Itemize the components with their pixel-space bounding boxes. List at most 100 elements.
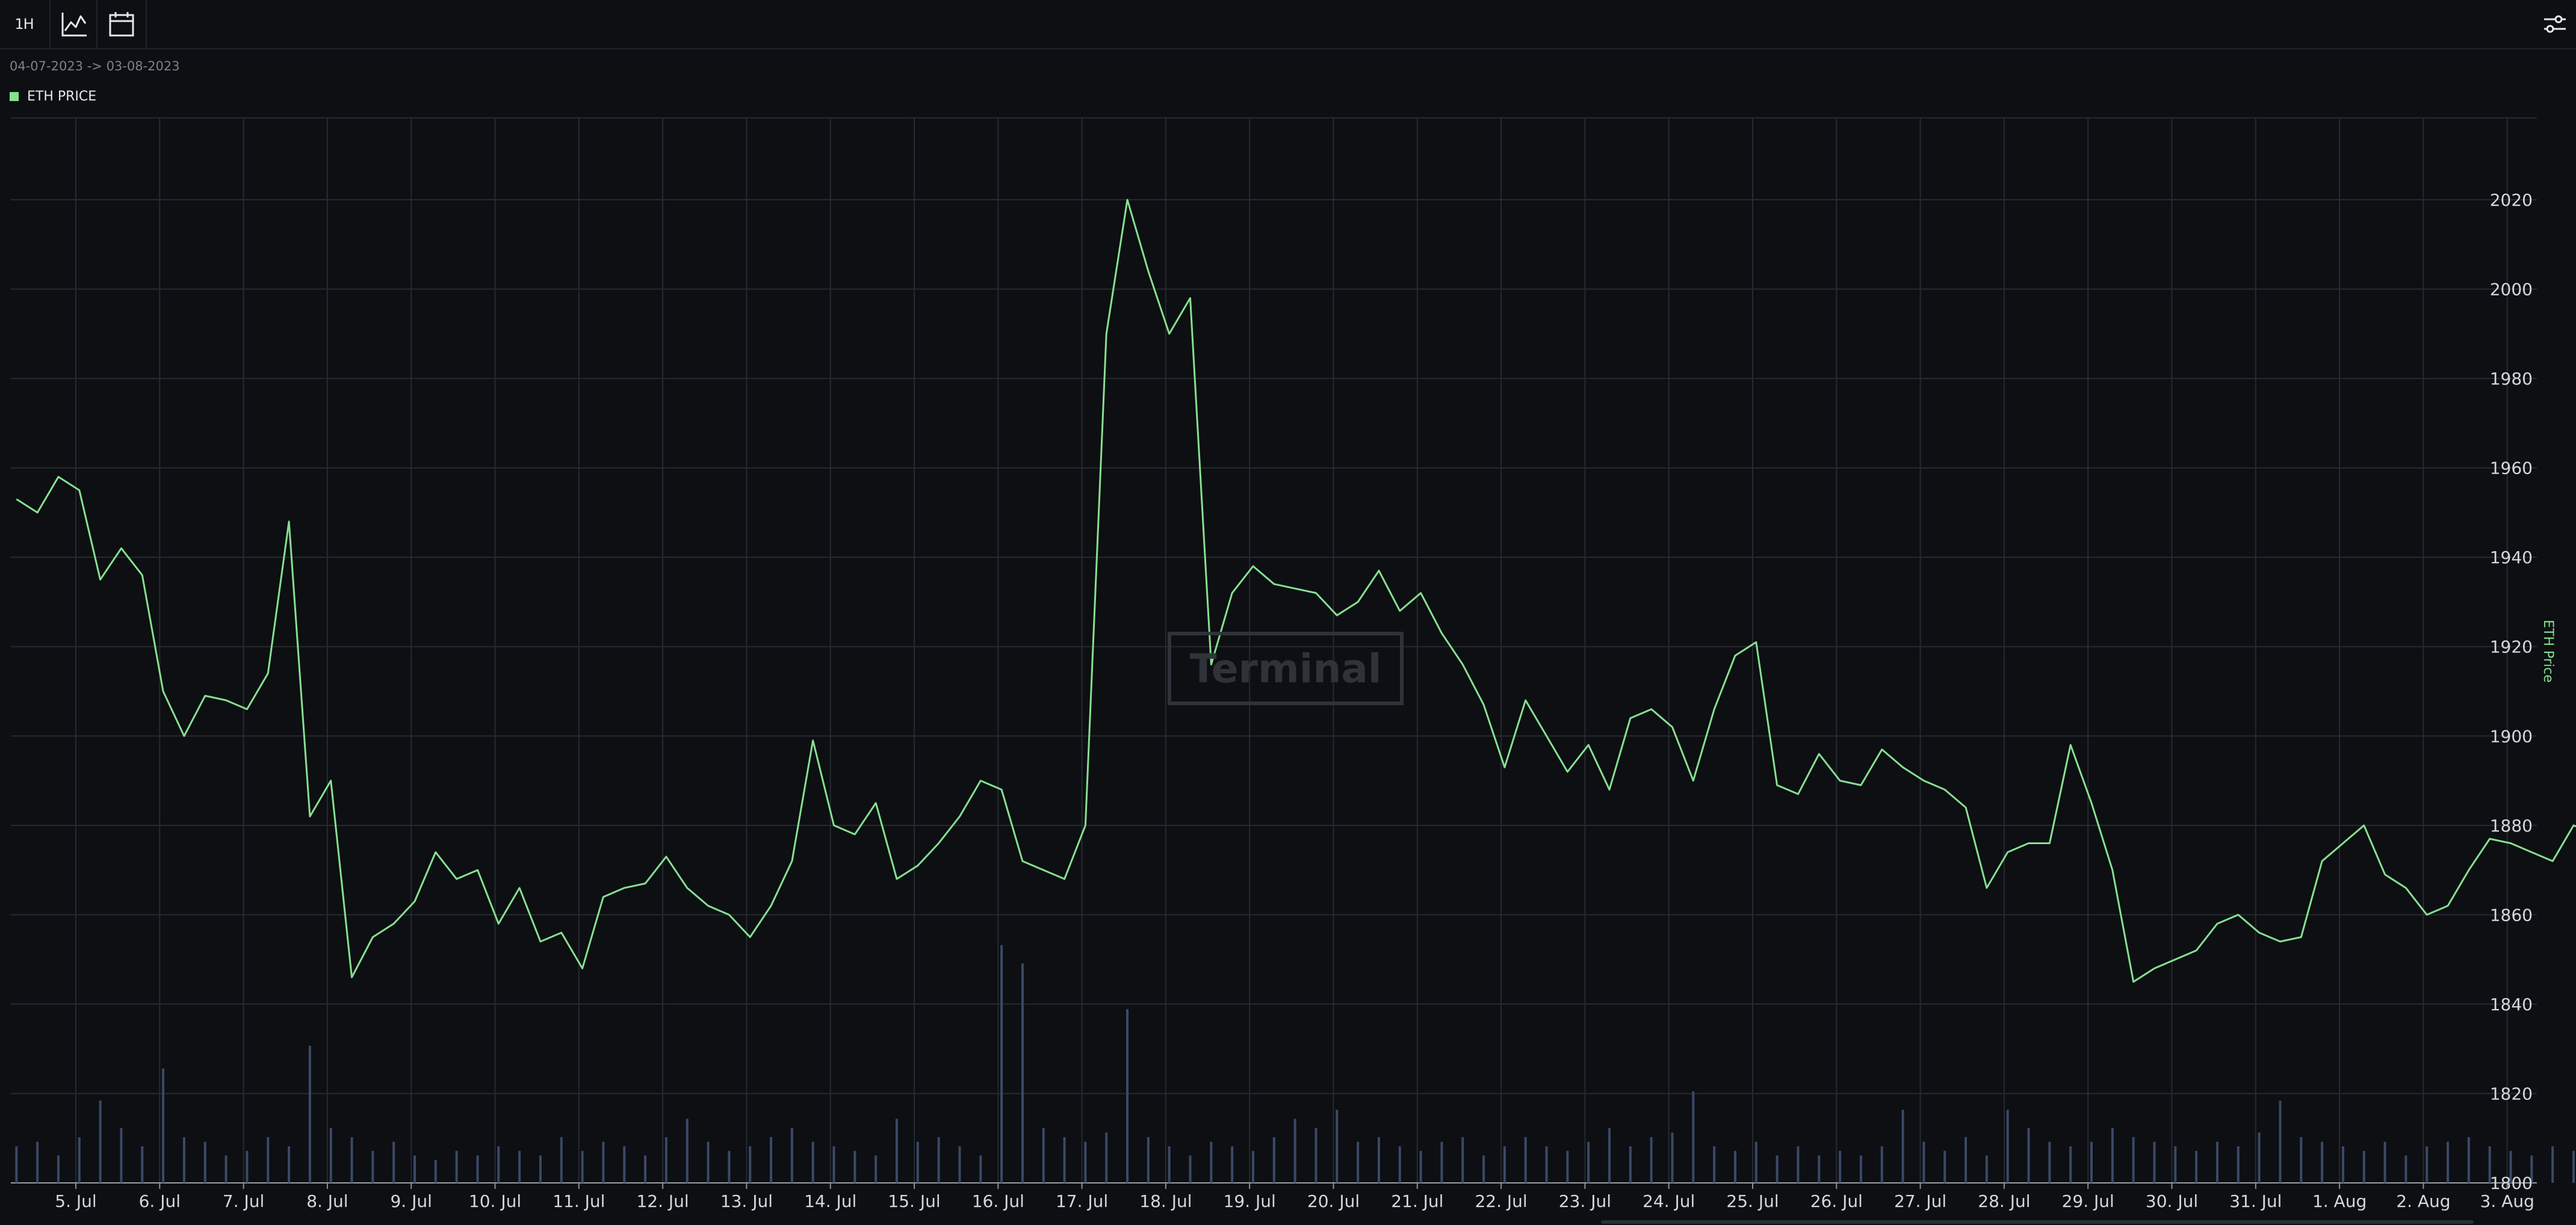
calendar-icon: [109, 12, 134, 37]
volume-bar: [686, 1119, 689, 1183]
volume-bar: [99, 1100, 102, 1183]
x-tick-label: 16. Jul: [972, 1191, 1024, 1211]
toolbar: 1H: [0, 0, 2576, 49]
volume-bar: [1839, 1150, 1842, 1183]
legend[interactable]: ETH PRICE: [10, 89, 96, 104]
y-tick-label: 2020: [2490, 190, 2533, 210]
volume-bar: [1797, 1146, 1800, 1183]
volume-bar: [895, 1119, 898, 1183]
volume-bar: [1021, 963, 1024, 1183]
volume-bar: [1545, 1146, 1548, 1183]
volume-bar: [1272, 1137, 1275, 1183]
volume-bar: [1754, 1141, 1757, 1183]
volume-bar: [1063, 1137, 1066, 1183]
volume-bar: [2132, 1137, 2135, 1183]
x-tick-label: 31. Jul: [2229, 1191, 2282, 1211]
settings-button[interactable]: [2534, 0, 2576, 48]
volume-bar: [1377, 1137, 1380, 1183]
volume-bar: [1440, 1141, 1443, 1183]
volume-bar: [203, 1141, 206, 1183]
x-tick-label: 19. Jul: [1224, 1191, 1276, 1211]
volume-bar: [1482, 1155, 1485, 1183]
volume-bar: [476, 1155, 479, 1183]
x-tick-label: 14. Jul: [804, 1191, 856, 1211]
volume-bar: [1733, 1150, 1736, 1183]
x-tick-label: 13. Jul: [720, 1191, 773, 1211]
x-tick-label: 3. Aug: [2480, 1191, 2534, 1211]
line-chart-icon: [61, 13, 87, 37]
volume-bar: [36, 1141, 39, 1183]
volume-bar: [707, 1141, 710, 1183]
volume-bar: [1503, 1146, 1506, 1183]
volume-bar: [2362, 1150, 2365, 1183]
volume-bar: [790, 1128, 793, 1183]
volume-bar: [581, 1150, 584, 1183]
volume-bar: [728, 1150, 731, 1183]
volume-bar: [2321, 1141, 2324, 1183]
volume-bar: [1587, 1141, 1590, 1183]
horizontal-scrollbar[interactable]: [1601, 1220, 2474, 1224]
volume-bar: [875, 1155, 878, 1183]
volume-bar: [1776, 1155, 1779, 1183]
watermark-text: Terminal: [1189, 645, 1382, 692]
volume-bar: [916, 1141, 919, 1183]
volume-bar: [2447, 1141, 2450, 1183]
x-tick-label: 26. Jul: [1810, 1191, 1863, 1211]
x-tick-label: 30. Jul: [2146, 1191, 2198, 1211]
volume-bar: [434, 1160, 437, 1183]
y-tick-label: 1900: [2490, 726, 2533, 746]
volume-bar: [811, 1141, 814, 1183]
volume-bar: [1985, 1155, 1988, 1183]
volume-bar: [288, 1146, 291, 1183]
date-range-button[interactable]: [96, 0, 147, 48]
x-tick-label: 7. Jul: [223, 1191, 264, 1211]
y-tick-label: 1800: [2490, 1173, 2533, 1193]
x-tick-label: 18. Jul: [1139, 1191, 1192, 1211]
volume-bar: [1231, 1146, 1234, 1183]
volume-bar: [1461, 1137, 1464, 1183]
volume-bar: [182, 1137, 185, 1183]
volume-bar: [2174, 1146, 2177, 1183]
volume-bar: [2341, 1146, 2344, 1183]
volume-bar: [1608, 1128, 1611, 1183]
y-tick-label: 1840: [2490, 995, 2533, 1014]
volume-bar: [2279, 1100, 2282, 1183]
chart-type-button[interactable]: [49, 0, 98, 48]
volume-bar: [2027, 1128, 2030, 1183]
volume-bar: [497, 1146, 500, 1183]
x-tick-label: 9. Jul: [390, 1191, 432, 1211]
volume-bar: [1859, 1155, 1862, 1183]
volume-bar: [1818, 1155, 1821, 1183]
volume-bar: [1901, 1109, 1904, 1183]
volume-bar: [1168, 1146, 1171, 1183]
interval-button[interactable]: 1H: [0, 0, 48, 48]
volume-bar: [141, 1146, 144, 1183]
settings-sliders-icon: [2544, 15, 2566, 33]
volume-bar: [2006, 1109, 2009, 1183]
volume-bar: [832, 1146, 835, 1183]
y-tick-label: 1820: [2490, 1084, 2533, 1103]
volume-bar: [518, 1150, 521, 1183]
volume-bar: [602, 1141, 605, 1183]
volume-bar: [1566, 1150, 1569, 1183]
y-tick-label: 1880: [2490, 816, 2533, 836]
volume-bar: [1084, 1141, 1087, 1183]
volume-bar: [2467, 1137, 2470, 1183]
volume-bar: [267, 1137, 270, 1183]
y-tick-label: 1960: [2490, 458, 2533, 478]
volume-bar: [1692, 1091, 1695, 1183]
volume-bar: [224, 1155, 228, 1183]
interval-label: 1H: [14, 16, 34, 32]
volume-bar: [664, 1137, 667, 1183]
volume-bar: [1880, 1146, 1883, 1183]
volume-bar: [1965, 1137, 1968, 1183]
volume-bar: [1671, 1132, 1674, 1183]
volume-bar: [1398, 1146, 1401, 1183]
volume-bar: [2069, 1146, 2072, 1183]
volume-bar: [1105, 1132, 1108, 1183]
volume-bar: [539, 1155, 542, 1183]
volume-bar: [1713, 1146, 1716, 1183]
volume-bar: [2153, 1141, 2156, 1183]
x-tick-label: 23. Jul: [1559, 1191, 1611, 1211]
x-tick-label: 24. Jul: [1643, 1191, 1695, 1211]
